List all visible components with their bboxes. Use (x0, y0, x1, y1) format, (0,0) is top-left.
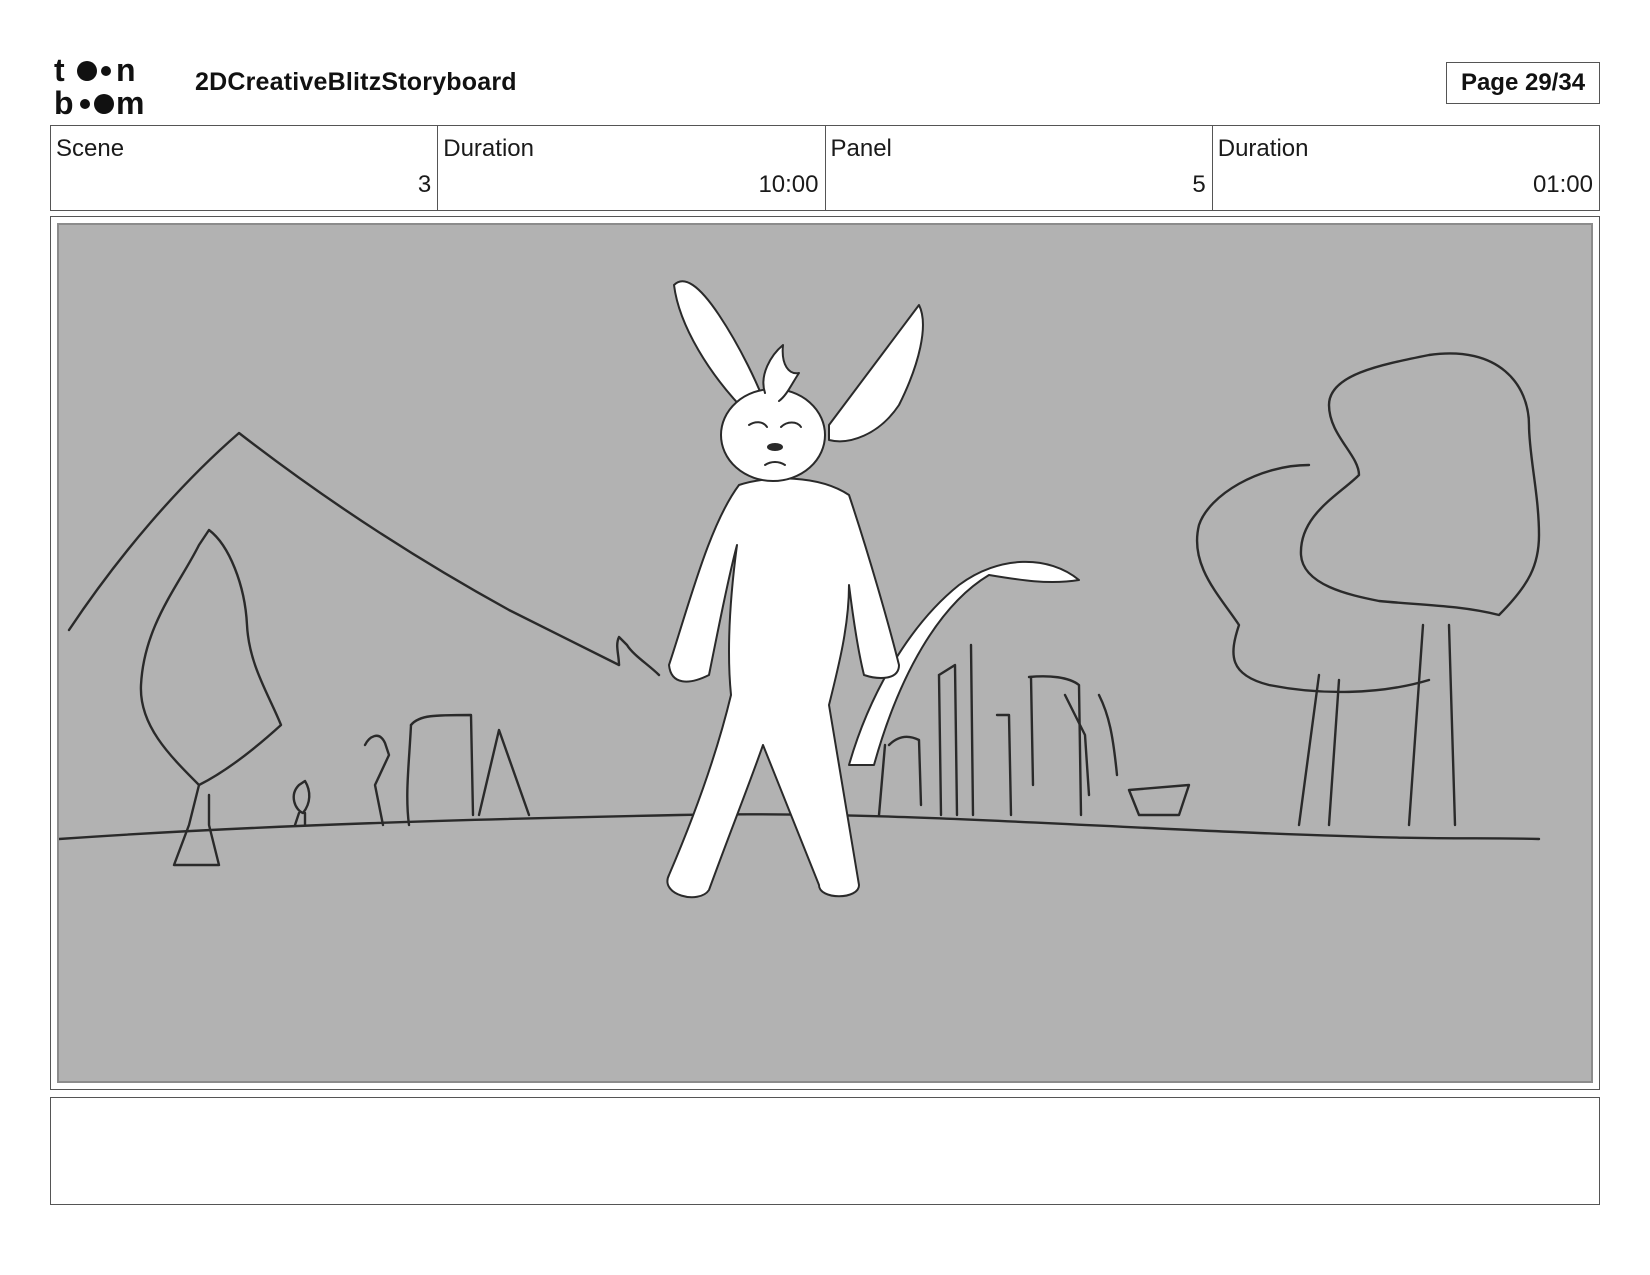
scene-label: Scene (56, 135, 125, 162)
panel-frame (50, 216, 1600, 1090)
svg-text:m: m (116, 85, 144, 118)
right-tree (1299, 352, 1541, 617)
scene-cell: Scene 3 (51, 126, 439, 210)
svg-text:n: n (116, 54, 136, 88)
toonboom-logo: t n b m (54, 52, 174, 121)
scene-duration-label: Duration (443, 135, 534, 162)
panel-duration-cell: Duration 01:00 (1213, 126, 1599, 210)
panel-label: Panel (830, 135, 892, 162)
left-tree (139, 528, 283, 787)
svg-text:b: b (54, 85, 74, 118)
svg-text:t: t (54, 54, 65, 88)
page-indicator: Page 29/34 (1446, 62, 1600, 104)
project-title: 2DCreativeBlitzStoryboard (195, 68, 517, 96)
panel-duration-label: Duration (1217, 135, 1309, 162)
right-ear (828, 304, 924, 443)
panel-notes[interactable] (50, 1097, 1600, 1205)
character (666, 280, 1080, 899)
head (720, 388, 826, 482)
scene-duration-cell: Duration 10:00 (438, 126, 826, 210)
panel-value: 5 (1192, 171, 1206, 198)
toonboom-logo-icon: t n b m (54, 52, 144, 121)
scene-info-row: Scene 3 Duration 10:00 Panel 5 Duration … (50, 125, 1600, 211)
panel-cell: Panel 5 (826, 126, 1213, 210)
panel-image (57, 223, 1593, 1083)
scene-duration-value: 10:00 (758, 171, 819, 198)
scene-value: 3 (417, 171, 432, 198)
body (666, 477, 900, 899)
panel-duration-value: 01:00 (1532, 171, 1593, 198)
storyboard-sketch (59, 280, 1541, 899)
mountain (67, 431, 621, 667)
